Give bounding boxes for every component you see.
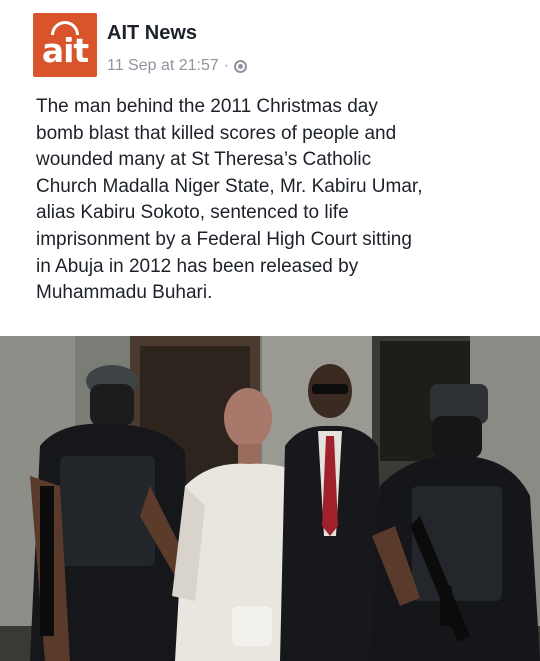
post-text-line: in Abuja in 2012 has been released by xyxy=(36,255,359,277)
logo-text: ait xyxy=(41,31,89,70)
post-text-line: imprisonment by a Federal High Court sit… xyxy=(36,228,412,250)
post-body-text: The man behind the 2011 Christmas day bo… xyxy=(36,94,526,307)
post-meta: 11 Sep at 21:57 · xyxy=(107,57,248,75)
post-text-line: Muhammadu Buhari. xyxy=(36,282,213,304)
page-logo[interactable]: ait xyxy=(33,13,97,77)
post-header: ait AIT News 11 Sep at 21:57 · xyxy=(0,0,540,90)
post-text-line: The man behind the 2011 Christmas day xyxy=(36,96,378,117)
post-timestamp[interactable]: 11 Sep at 21:57 xyxy=(107,57,219,75)
post-photo[interactable] xyxy=(0,336,540,661)
post-text-line: Church Madalla Niger State, Mr. Kabiru U… xyxy=(36,175,423,197)
post-text-line: wounded many at St Theresa’s Catholic xyxy=(36,149,372,171)
page-name-link[interactable]: AIT News xyxy=(107,22,197,45)
post-text-line: alias Kabiru Sokoto, sentenced to life xyxy=(36,202,349,224)
meta-separator: · xyxy=(223,57,230,74)
post-text-line: bomb blast that killed scores of people … xyxy=(36,122,397,144)
news-post: ait AIT News 11 Sep at 21:57 · The man b… xyxy=(0,0,540,661)
globe-icon[interactable] xyxy=(234,59,248,73)
